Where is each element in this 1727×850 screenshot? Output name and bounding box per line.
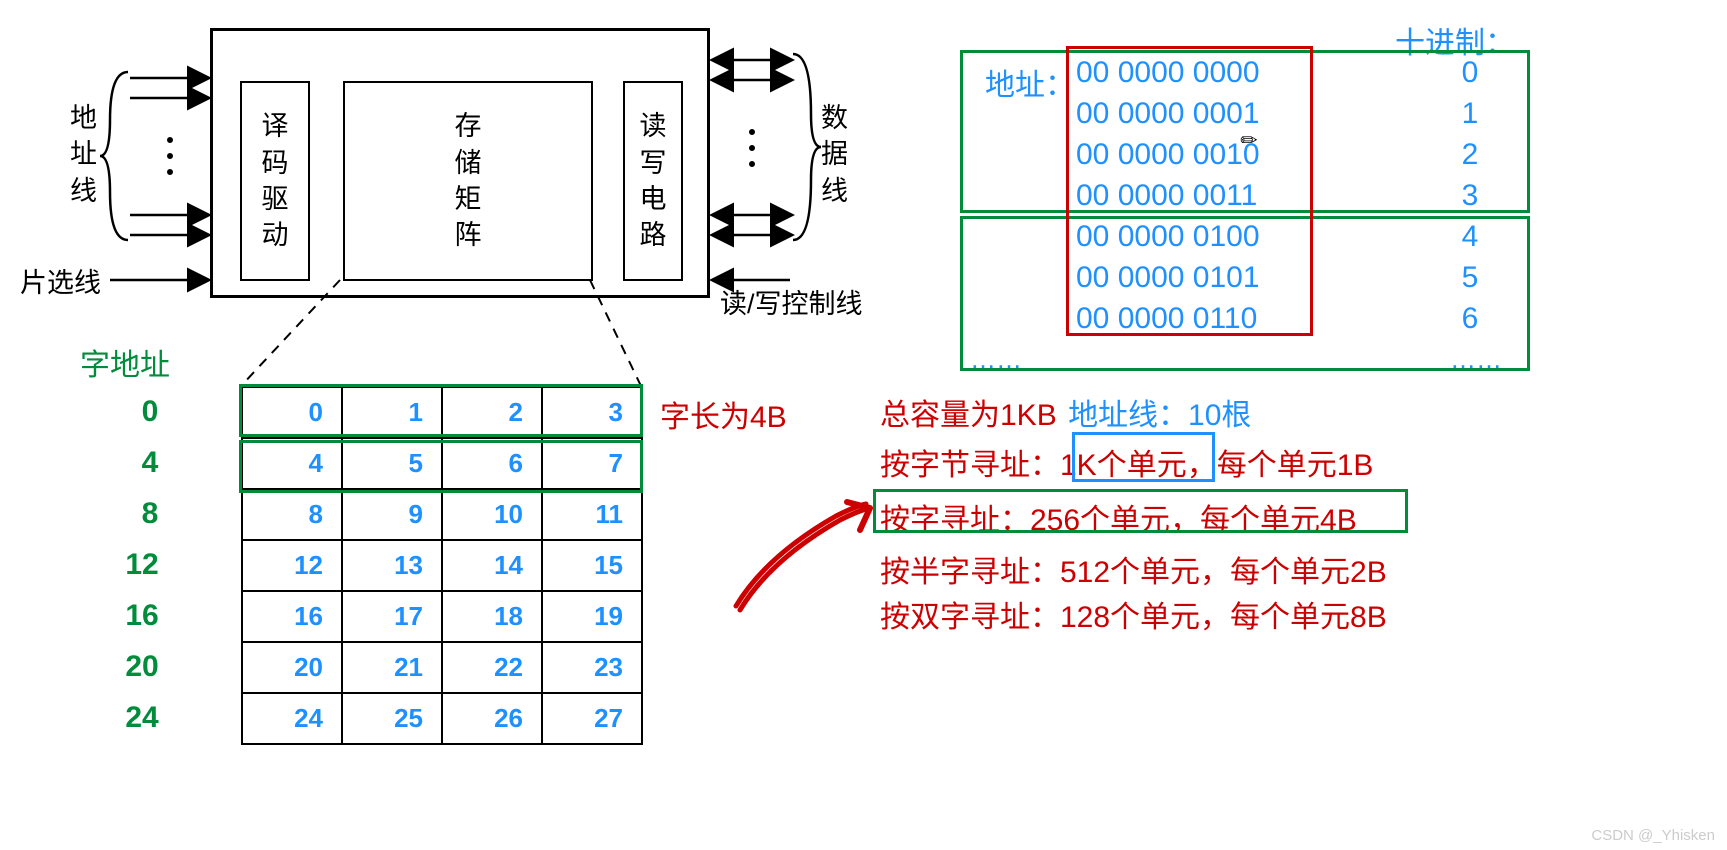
word-addr-title: 字地址 [80, 340, 170, 384]
desc-addrlines-text: 地址线：10根 [1068, 399, 1251, 432]
word-addr-20: 20 [112, 650, 172, 684]
expansion-lines [210, 0, 910, 420]
word-addr-24: 24 [112, 701, 172, 735]
word-addr-0: 0 [120, 395, 180, 429]
green-highlight-word [873, 489, 1408, 533]
handdrawn-arrow [720, 460, 900, 630]
desc-total-text: 总容量为1KB [880, 399, 1057, 432]
desc-double: 按双字寻址：128个单元，每个单元8B [880, 592, 1387, 636]
word-addr-16: 16 [112, 599, 172, 633]
word-addr-4: 4 [120, 446, 180, 480]
addrlist-red-box [1066, 46, 1313, 336]
desc-total: 总容量为1KB 地址线：10根 [880, 390, 1251, 434]
word-addr-8: 8 [120, 497, 180, 531]
watermark: CSDN @_Yhisken [1591, 827, 1715, 844]
blue-highlight-1k [1072, 432, 1215, 482]
wordlen-label: 字长为4B [660, 392, 787, 436]
word-addr-12: 12 [112, 548, 172, 582]
word-row0-highlight [239, 384, 643, 437]
word-row1-highlight [239, 440, 643, 493]
desc-half: 按半字寻址：512个单元，每个单元2B [880, 547, 1387, 591]
